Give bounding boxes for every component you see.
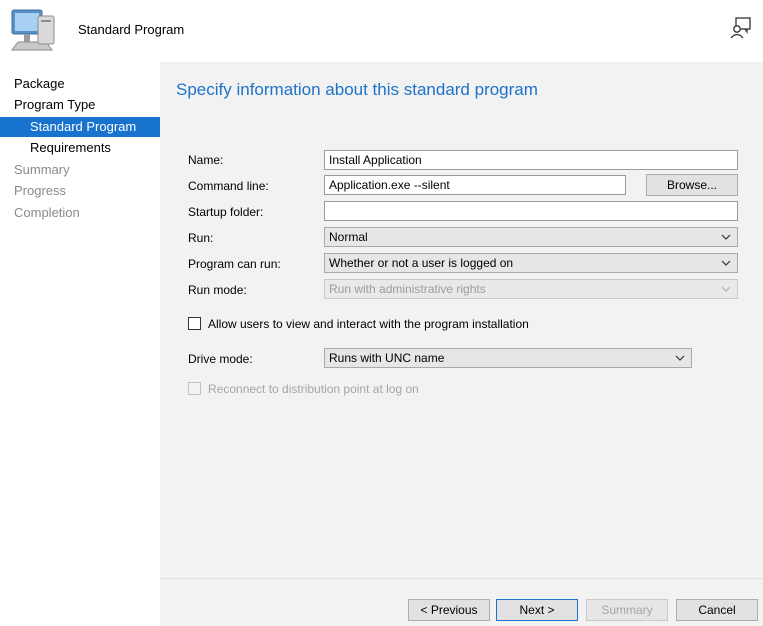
name-field[interactable]: Install Application: [324, 150, 738, 170]
next-button[interactable]: Next >: [496, 599, 578, 621]
previous-button[interactable]: < Previous: [408, 599, 490, 621]
run-select-value: Normal: [329, 230, 368, 244]
chevron-down-icon: [721, 234, 731, 240]
reconnect-checkbox: [188, 382, 201, 395]
drive-mode-value: Runs with UNC name: [329, 351, 445, 365]
nav-item-package: Package: [14, 76, 65, 91]
nav-item-completion: Completion: [14, 205, 80, 220]
command-line-field[interactable]: Application.exe --silent: [324, 175, 626, 195]
startup-folder-field[interactable]: [324, 201, 738, 221]
wizard-footer: < Previous Next > Summary Cancel: [160, 578, 763, 626]
program-can-run-label: Program can run:: [188, 257, 281, 271]
program-can-run-value: Whether or not a user is logged on: [329, 256, 514, 270]
page-title: Specify information about this standard …: [176, 80, 538, 99]
run-mode-select: Run with administrative rights: [324, 279, 738, 299]
main-pane: Specify information about this standard …: [160, 62, 763, 578]
reconnect-label: Reconnect to distribution point at log o…: [208, 382, 419, 396]
chevron-down-icon: [721, 260, 731, 266]
nav-item-program-type: Program Type: [14, 97, 96, 112]
allow-interact-label: Allow users to view and interact with th…: [208, 317, 529, 331]
wizard-title: Standard Program: [78, 22, 185, 37]
nav-item-standard-program: Standard Program: [0, 117, 160, 137]
nav-item-summary: Summary: [14, 162, 70, 177]
chevron-down-icon: [721, 286, 731, 292]
run-mode-label: Run mode:: [188, 283, 247, 297]
drive-mode-select[interactable]: Runs with UNC name: [324, 348, 692, 368]
wizard-header: Standard Program: [0, 0, 763, 62]
drive-mode-label: Drive mode:: [188, 352, 253, 366]
run-label: Run:: [188, 231, 214, 245]
nav-item-progress: Progress: [14, 183, 67, 198]
run-mode-value: Run with administrative rights: [329, 282, 486, 296]
name-label: Name:: [188, 153, 224, 167]
computer-icon: [11, 9, 55, 51]
nav-item-requirements: Requirements: [30, 140, 111, 155]
wizard-nav: Package Program Type Standard Program Re…: [0, 62, 160, 626]
run-select[interactable]: Normal: [324, 227, 738, 247]
chevron-down-icon: [675, 355, 685, 361]
summary-button: Summary: [586, 599, 668, 621]
browse-button[interactable]: Browse...: [646, 174, 738, 196]
allow-interact-checkbox[interactable]: [188, 317, 201, 330]
startup-folder-label: Startup folder:: [188, 205, 264, 219]
cancel-button[interactable]: Cancel: [676, 599, 758, 621]
feedback-icon[interactable]: [729, 16, 753, 40]
program-can-run-select[interactable]: Whether or not a user is logged on: [324, 253, 738, 273]
command-line-label: Command line:: [188, 179, 269, 193]
